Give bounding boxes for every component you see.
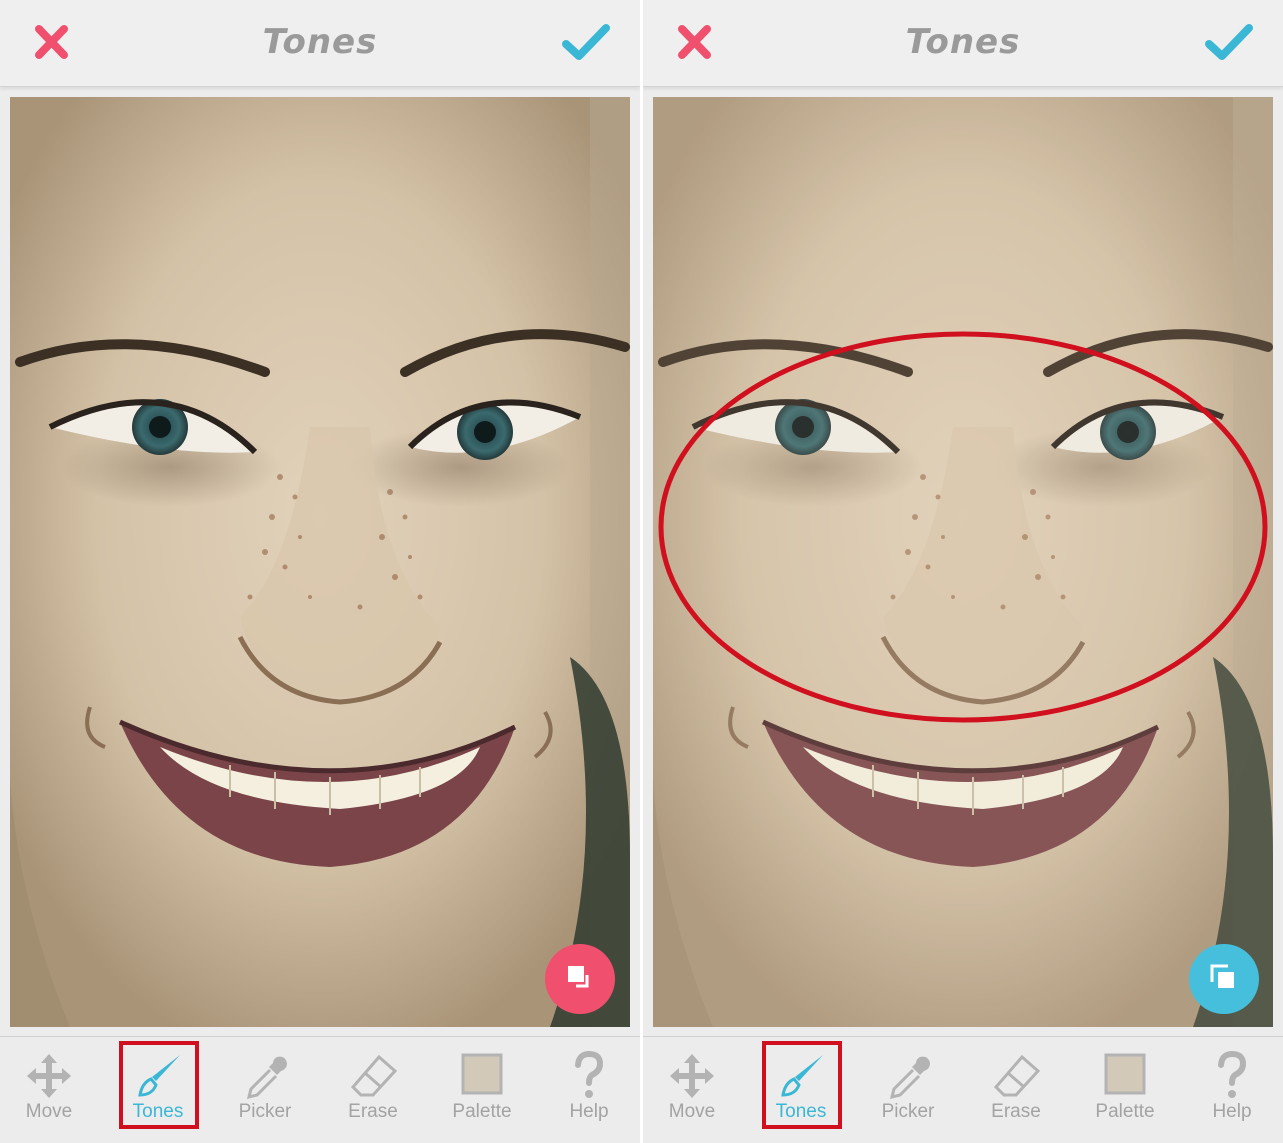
compare-layers-icon bbox=[1210, 964, 1234, 988]
tool-palette[interactable]: Palette bbox=[428, 1037, 536, 1137]
tool-label: Move bbox=[668, 1101, 716, 1122]
tones-tool-highlight-box bbox=[119, 1041, 199, 1129]
tool-label: Palette bbox=[452, 1101, 512, 1122]
question-mark-icon bbox=[1218, 1051, 1247, 1098]
move-arrows-icon bbox=[27, 1054, 71, 1098]
move-arrows-icon bbox=[670, 1054, 714, 1098]
tool-label: Erase bbox=[991, 1101, 1041, 1122]
tool-label: Erase bbox=[348, 1101, 398, 1122]
tool-help[interactable]: Help bbox=[1178, 1037, 1283, 1137]
bottom-toolbar: Move Tones Picker Erase Palette Help bbox=[643, 1036, 1283, 1143]
done-button[interactable] bbox=[560, 20, 612, 64]
tool-label: Help bbox=[1212, 1101, 1252, 1122]
tool-label: Palette bbox=[1095, 1101, 1155, 1122]
tool-label: Picker bbox=[238, 1101, 292, 1122]
compare-button[interactable] bbox=[1189, 944, 1259, 1014]
highlight-ellipse bbox=[658, 331, 1268, 723]
screen-title: Tones bbox=[905, 22, 1021, 62]
eyedropper-icon bbox=[889, 1056, 930, 1100]
tool-label: Help bbox=[569, 1101, 609, 1122]
tool-erase[interactable]: Erase bbox=[962, 1037, 1070, 1137]
tool-label: Picker bbox=[881, 1101, 935, 1122]
compare-layers-icon bbox=[568, 966, 589, 988]
tones-tool-highlight-box bbox=[762, 1041, 842, 1129]
eyedropper-icon bbox=[246, 1056, 287, 1100]
palette-swatch-icon bbox=[461, 1053, 503, 1095]
eraser-icon bbox=[350, 1054, 398, 1097]
checkmark-icon bbox=[1205, 24, 1253, 60]
tool-help[interactable]: Help bbox=[535, 1037, 640, 1137]
editor-screen-after: Tones Move Tones Picker Erase Palette He… bbox=[643, 0, 1283, 1143]
photo-canvas[interactable] bbox=[653, 97, 1273, 1027]
eraser-icon bbox=[993, 1054, 1041, 1097]
tool-move[interactable]: Move bbox=[643, 1037, 746, 1137]
done-button[interactable] bbox=[1203, 20, 1255, 64]
question-mark-icon bbox=[575, 1051, 604, 1098]
tool-erase[interactable]: Erase bbox=[319, 1037, 427, 1137]
screen-title: Tones bbox=[262, 22, 378, 62]
tool-picker[interactable]: Picker bbox=[211, 1037, 319, 1137]
top-bar: Tones bbox=[0, 0, 640, 87]
tool-move[interactable]: Move bbox=[0, 1037, 103, 1137]
tool-palette[interactable]: Palette bbox=[1071, 1037, 1179, 1137]
top-bar: Tones bbox=[643, 0, 1283, 87]
face-photo bbox=[10, 97, 630, 1027]
editor-screen-before: Tones Move Tones Picker Erase Palette He… bbox=[0, 0, 640, 1143]
tool-picker[interactable]: Picker bbox=[854, 1037, 962, 1137]
palette-swatch-icon bbox=[1104, 1053, 1146, 1095]
bottom-toolbar: Move Tones Picker Erase Palette Help bbox=[0, 1036, 640, 1143]
compare-button[interactable] bbox=[545, 944, 615, 1014]
checkmark-icon bbox=[562, 24, 610, 60]
tool-label: Move bbox=[25, 1101, 73, 1122]
photo-canvas[interactable] bbox=[10, 97, 630, 1027]
